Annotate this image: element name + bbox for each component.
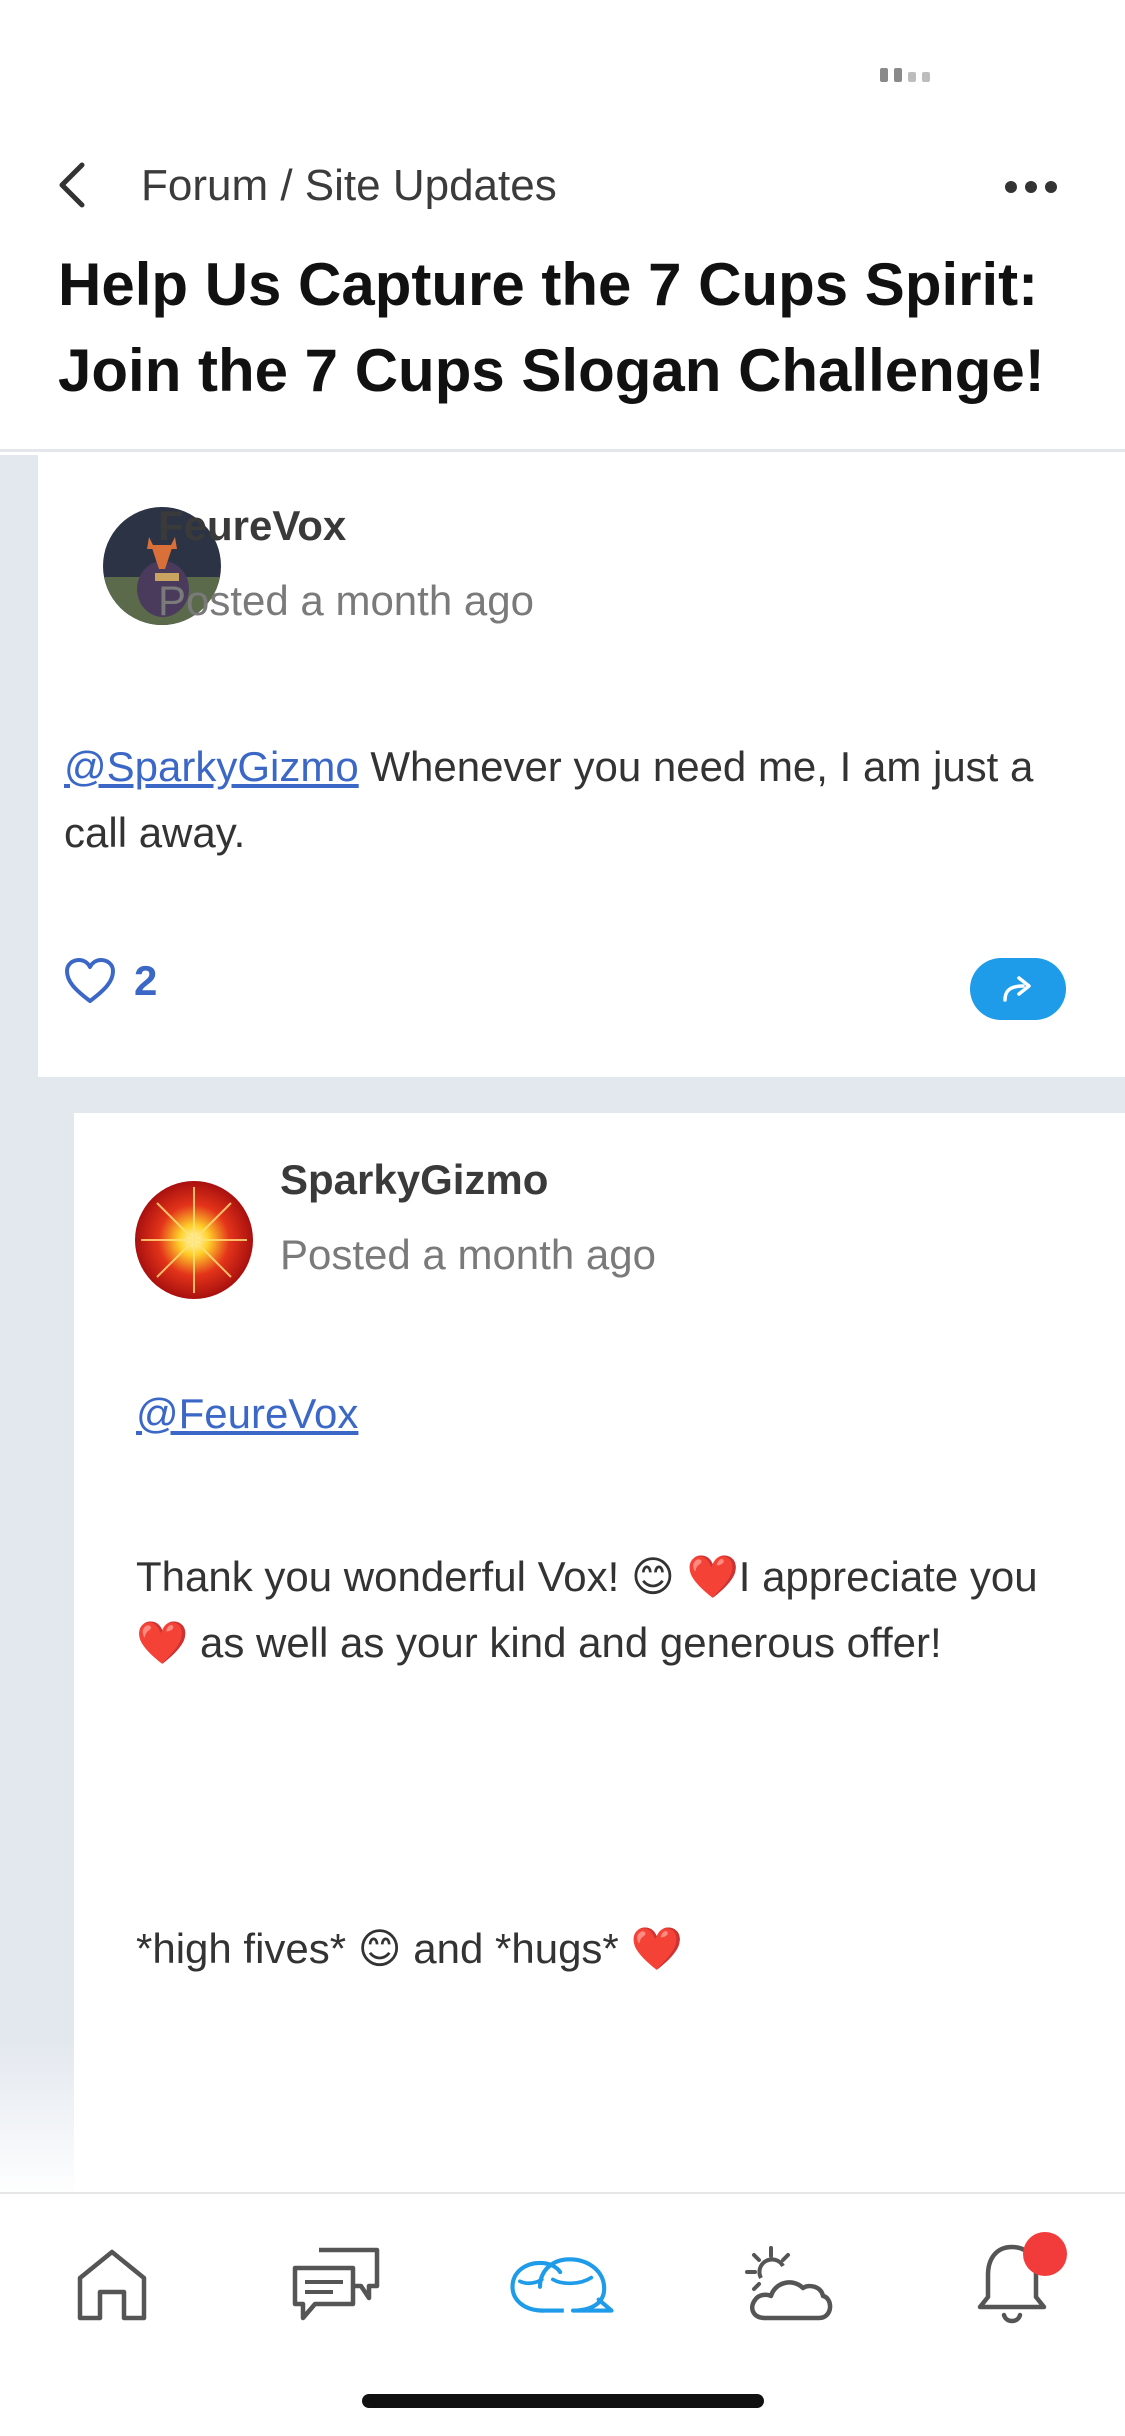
tab-home[interactable] (57, 2234, 167, 2334)
author-name[interactable]: FeureVox (158, 502, 346, 550)
mention-link[interactable]: @SparkyGizmo (64, 743, 359, 790)
back-button[interactable] (50, 160, 100, 210)
reply-card: FeureVox Posted a month ago @SparkyGizmo… (38, 455, 1125, 1077)
community-icon (510, 2257, 614, 2313)
mention-link[interactable]: @FeureVox (136, 1390, 358, 1437)
post-timestamp: Posted a month ago (280, 1231, 656, 1278)
page-title: Help Us Capture the 7 Cups Spirit: Join … (58, 251, 1045, 404)
reply-card: SparkyGizmo Posted a month ago @FeureVox… (74, 1113, 1125, 2192)
heart-emoji-icon: ❤️ (136, 1618, 189, 1667)
heart-emoji-icon: ❤️ (630, 1924, 683, 1973)
notification-badge (1023, 2232, 1067, 2276)
breadcrumb[interactable]: Forum / Site Updates (141, 160, 557, 212)
more-icon (1005, 181, 1017, 193)
chevron-left-icon (59, 162, 85, 208)
text-segment: *high fives* (136, 1925, 358, 1972)
heart-icon (65, 958, 115, 1003)
share-arrow-icon (1003, 976, 1031, 1002)
text-segment: I appreciate you (738, 1553, 1038, 1600)
like-count: 2 (134, 957, 158, 1004)
tab-community[interactable] (507, 2234, 617, 2334)
post-body: @SparkyGizmo Whenever you need me, I am … (64, 734, 1094, 866)
status-bar (0, 0, 1125, 140)
reply-feed: FeureVox Posted a month ago @SparkyGizmo… (0, 455, 1125, 2192)
chat-icon (292, 2247, 380, 2321)
heart-emoji-icon: ❤️ (686, 1552, 739, 1601)
mention-line: @FeureVox (136, 1381, 358, 1447)
home-icon (77, 2249, 147, 2321)
home-indicator[interactable] (362, 2394, 764, 2408)
signal-icon (880, 68, 930, 82)
post-paragraph: Thank you wonderful Vox! 😊 ❤️I appreciat… (136, 1544, 1096, 1676)
avatar[interactable] (135, 1181, 253, 1299)
sparkle-avatar-image (135, 1181, 253, 1299)
more-options-button[interactable] (1005, 172, 1065, 202)
tab-notifications[interactable] (957, 2232, 1067, 2334)
text-segment: as well as your kind and generous offer! (188, 1619, 942, 1666)
like-button[interactable]: 2 (64, 957, 157, 1005)
author-name[interactable]: SparkyGizmo (280, 1156, 548, 1204)
share-button[interactable] (970, 958, 1066, 1020)
tab-messages[interactable] (282, 2234, 392, 2334)
text-segment: Thank you wonderful Vox! (136, 1553, 631, 1600)
post-paragraph: *high fives* 😊 and *hugs* ❤️ (136, 1916, 1096, 1982)
smile-emoji-icon: 😊 (357, 1924, 402, 1973)
weather-icon (745, 2246, 833, 2321)
post-timestamp: Posted a month ago (158, 577, 534, 624)
text-segment: and *hugs* (401, 1925, 631, 1972)
smile-emoji-icon: 😊 (630, 1552, 675, 1601)
tab-mood[interactable] (732, 2234, 842, 2334)
